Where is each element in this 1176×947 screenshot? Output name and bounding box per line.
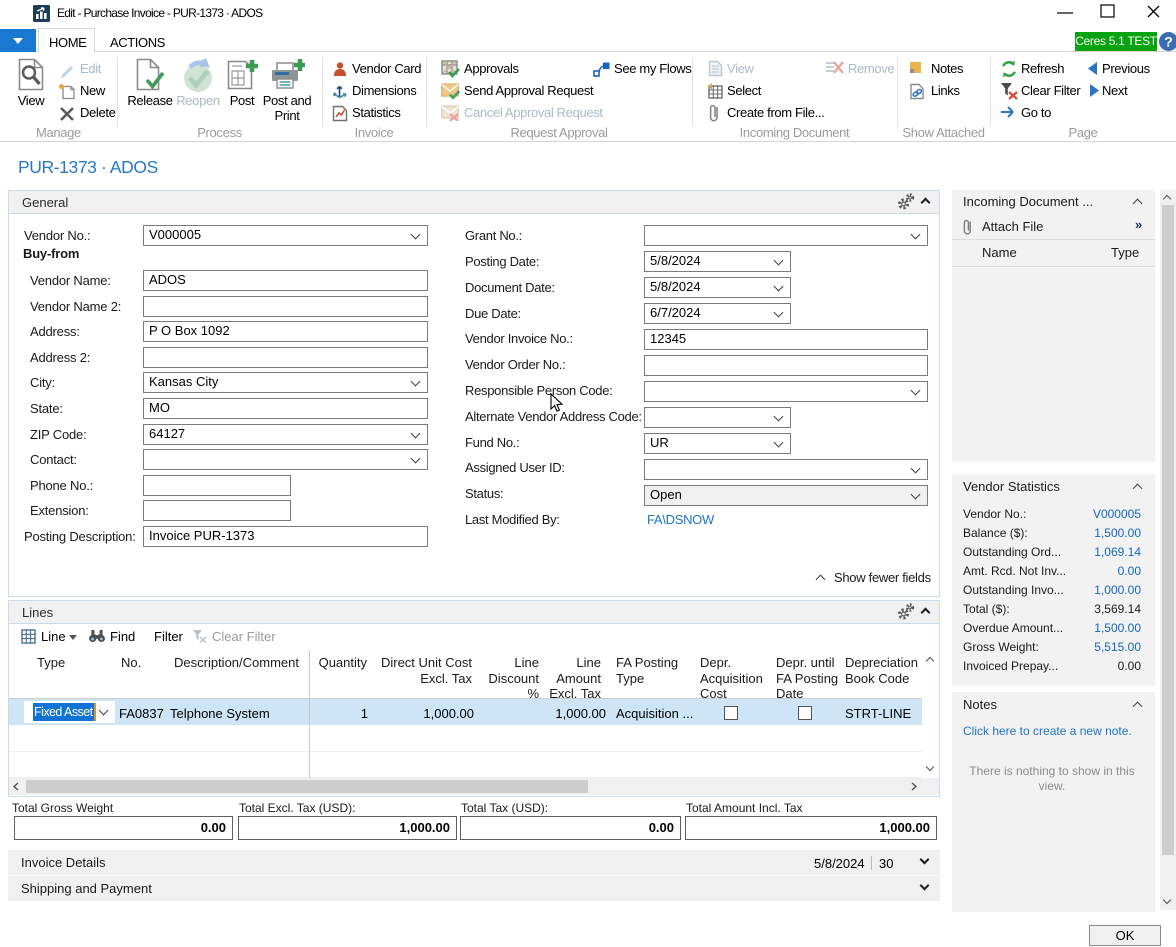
svg-text:?: ? [1164, 34, 1173, 50]
